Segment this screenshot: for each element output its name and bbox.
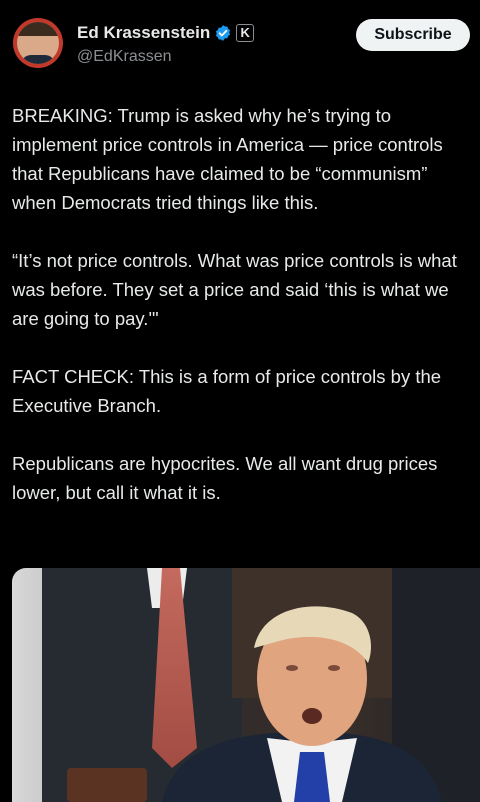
tweet-header: Ed Krassenstein K @EdKrassen Subscribe	[0, 0, 480, 90]
tweet-media-video[interactable]	[12, 568, 480, 802]
tweet-paragraph: Republicans are hypocrites. We all want …	[12, 453, 438, 503]
tweet-paragraph: FACT CHECK: This is a form of price cont…	[12, 366, 442, 416]
author-name-row: Ed Krassenstein K	[77, 23, 255, 43]
tweet-paragraph: “It’s not price controls. What was price…	[12, 250, 457, 329]
avatar-photo	[17, 22, 59, 64]
author-handle[interactable]: @EdKrassen	[77, 48, 172, 66]
author-display-name[interactable]: Ed Krassenstein	[77, 23, 210, 43]
affiliate-badge-icon: K	[236, 24, 255, 42]
author-avatar[interactable]	[13, 18, 63, 68]
tweet-paragraph: BREAKING: Trump is asked why he’s trying…	[12, 105, 443, 213]
video-frame-image	[12, 568, 480, 802]
subscribe-button[interactable]: Subscribe	[356, 19, 470, 51]
verified-badge-icon	[214, 24, 232, 42]
tweet-text: BREAKING: Trump is asked why he’s trying…	[12, 101, 474, 536]
